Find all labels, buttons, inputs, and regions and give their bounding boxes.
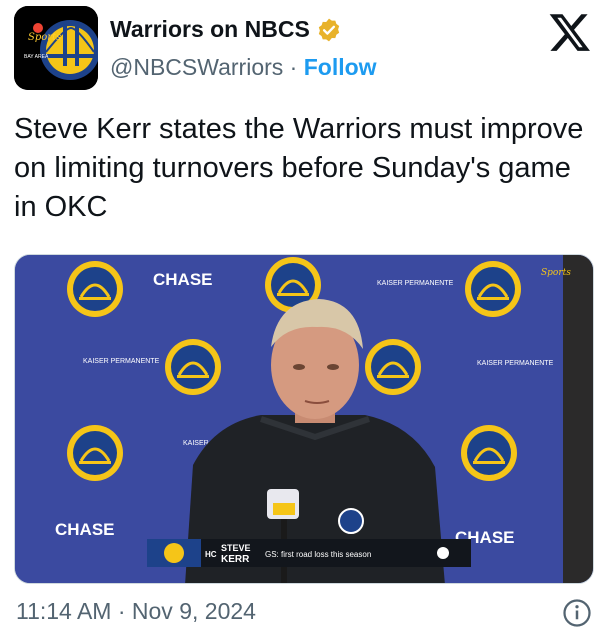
separator: · (289, 54, 298, 80)
lower-third-first-name: STEVE (221, 543, 251, 553)
svg-text:Sports: Sports (28, 32, 61, 43)
avatar[interactable]: Sports BAY AREA (14, 6, 98, 90)
sponsor-chase-1: CHASE (153, 270, 213, 289)
x-logo-icon[interactable] (548, 10, 592, 54)
follow-button[interactable]: Follow (304, 54, 377, 80)
display-name-text[interactable]: Warriors on NBCS (110, 16, 310, 43)
nbcs-warriors-logo: Sports BAY AREA (14, 6, 98, 90)
press-conference-video[interactable]: CHASE CHASE CHASE KAISER PERMANENTE KAIS… (15, 255, 594, 584)
svg-text:BAY AREA: BAY AREA (24, 54, 49, 60)
tweet-timestamp[interactable]: 11:14 AM · Nov 9, 2024 (16, 598, 256, 625)
sponsor-kaiser-2: KAISER PERMANENTE (83, 358, 160, 365)
display-name[interactable]: Warriors on NBCS (110, 16, 342, 43)
backdrop-edge (563, 255, 593, 583)
network-logo-icon (437, 547, 449, 559)
handle[interactable]: @NBCSWarriors (110, 54, 283, 80)
sponsor-kaiser-1: KAISER PERMANENTE (377, 280, 454, 287)
lower-third-role: HC (205, 550, 217, 559)
lower-third-caption: GS: first road loss this season (265, 550, 371, 559)
handle-row: @NBCSWarriors · Follow (110, 54, 377, 81)
corner-bug: Sports (541, 268, 571, 278)
tweet-text: Steve Kerr states the Warriors must impr… (14, 113, 584, 223)
verified-badge-icon (318, 18, 339, 41)
info-icon[interactable] (562, 598, 592, 628)
lower-third-graphic: HC STEVE KERR GS: first road loss this s… (147, 539, 471, 567)
lower-third-last-name: KERR (221, 554, 250, 565)
sponsor-chase-2: CHASE (55, 520, 115, 539)
tweet-header: Sports BAY AREA Warriors on NBCS @NBCSWa… (14, 6, 594, 90)
sponsor-kaiser-3: KAISER PERMANENTE (477, 360, 554, 367)
video-media[interactable]: CHASE CHASE CHASE KAISER PERMANENTE KAIS… (14, 254, 594, 584)
